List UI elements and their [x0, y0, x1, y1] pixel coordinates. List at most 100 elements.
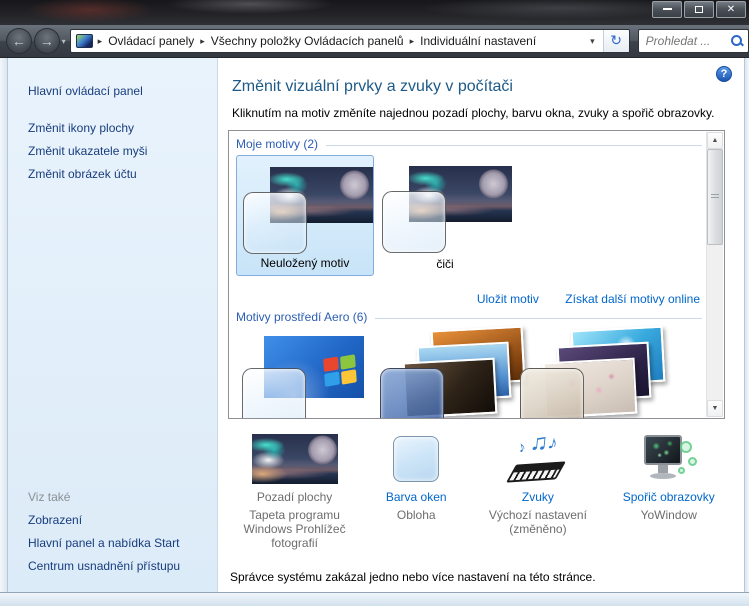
window-color-glass-thumbnail	[380, 368, 444, 419]
help-icon: ?	[721, 68, 728, 80]
save-theme-link[interactable]: Uložit motiv	[477, 292, 539, 306]
minimize-button[interactable]	[652, 1, 682, 18]
maximize-button[interactable]	[684, 1, 714, 18]
sidebar-item-control-panel-home[interactable]: Hlavní ovládací panel	[28, 80, 217, 103]
help-button[interactable]: ?	[716, 66, 732, 82]
recent-pages-dropdown[interactable]: ▾	[62, 37, 66, 46]
get-more-themes-link[interactable]: Získat další motivy online	[565, 292, 700, 306]
page-title: Změnit vizuální prvky a zvuky v počítači	[232, 78, 744, 96]
themes-list-inner: Moje motivy (2) Neuložený motiv čiči	[229, 131, 706, 418]
search-icon[interactable]	[730, 34, 744, 48]
aero-theme-windows7[interactable]	[236, 328, 374, 419]
screensaver-value: YoWindow	[641, 508, 697, 522]
scroll-up-icon: ▲	[712, 137, 719, 144]
sidebar-item-change-desktop-icons[interactable]: Změnit ikony plochy	[28, 117, 217, 140]
theme-links-row: Uložit motiv Získat další motivy online	[236, 290, 706, 308]
window-border-left	[0, 58, 8, 592]
search-box[interactable]	[638, 29, 749, 53]
sidebar-item-ease-of-access[interactable]: Centrum usnadnění přístupu	[28, 555, 217, 578]
my-themes-header: Moje motivy (2)	[236, 137, 318, 151]
sidebar-item-change-account-picture[interactable]: Změnit obrázek účtu	[28, 163, 217, 186]
desktop-background-thumbnail[interactable]	[252, 434, 338, 484]
group-rule	[375, 318, 702, 319]
music-note-icon: ♪	[516, 438, 527, 456]
sounds-link[interactable]: Zvuky	[522, 490, 554, 504]
window-color-glass-thumbnail	[243, 192, 307, 254]
sounds-icon[interactable]: ♪ ♫ ♪	[510, 433, 566, 485]
window-color-link[interactable]: Barva oken	[386, 490, 447, 504]
desktop-background-label: Pozadí plochy	[257, 490, 332, 504]
scrollbar-thumb[interactable]	[707, 149, 723, 245]
personalization-window: ✕ ← → ▾ ▸ Ovládací panely ▸ Všechny polo…	[0, 0, 749, 606]
theme-name: Neuložený motiv	[237, 256, 373, 270]
page-subtitle: Kliknutím na motiv změníte najednou poza…	[232, 106, 744, 120]
window-color-icon[interactable]	[393, 436, 439, 482]
window-color-glass-thumbnail	[242, 368, 306, 419]
quick-screensaver: Spořič obrazovky YoWindow	[604, 430, 733, 550]
themes-scrollbar[interactable]: ▲ ▼	[706, 132, 723, 417]
title-bar[interactable]: ✕	[0, 0, 749, 25]
quick-sounds: ♪ ♫ ♪ Zvuky Výchozí nastavení (změněno)	[471, 430, 604, 550]
window-color-glass-thumbnail	[382, 191, 446, 253]
monitor-stand	[658, 465, 668, 473]
forward-icon: →	[40, 33, 54, 49]
address-bar[interactable]: ▸ Ovládací panely ▸ Všechny položky Ovlá…	[70, 29, 630, 53]
scroll-down-button[interactable]: ▼	[707, 400, 723, 417]
close-icon: ✕	[727, 4, 735, 15]
window-border-right	[744, 58, 749, 592]
aero-theme-architecture[interactable]	[374, 328, 512, 419]
personalization-icon	[76, 34, 93, 48]
scroll-up-button[interactable]: ▲	[707, 132, 723, 149]
window-body: Hlavní ovládací panel Změnit ikony ploch…	[8, 58, 744, 592]
scroll-down-icon: ▼	[712, 405, 719, 412]
see-also-header: Viz také	[28, 486, 217, 509]
navigation-bar: ← → ▾ ▸ Ovládací panely ▸ Všechny položk…	[0, 25, 749, 58]
theme-name: čiči	[376, 257, 514, 271]
bubble-icon	[688, 457, 697, 466]
wallpaper-preview	[252, 434, 338, 484]
quick-settings-row: Pozadí plochy Tapeta programu Windows Pr…	[228, 430, 733, 550]
admin-status-message: Správce systému zakázal jedno nebo více …	[230, 570, 596, 584]
themes-list: Moje motivy (2) Neuložený motiv čiči	[228, 130, 725, 419]
monitor-base	[650, 473, 676, 479]
screensaver-link[interactable]: Spořič obrazovky	[623, 490, 715, 504]
window-border-bottom	[0, 592, 749, 606]
back-icon: ←	[12, 33, 26, 49]
screensaver-icon[interactable]	[638, 433, 700, 485]
chevron-down-icon: ▾	[590, 36, 595, 46]
aero-theme-nature[interactable]	[514, 328, 652, 419]
sidebar-gap	[28, 103, 217, 117]
scrollbar-grip-icon	[711, 194, 719, 200]
sidebar: Hlavní ovládací panel Změnit ikony ploch…	[8, 58, 218, 592]
breadcrumb-all-items[interactable]: Všechny položky Ovládacích panelů	[206, 34, 409, 48]
breadcrumb-personalization[interactable]: Individuální nastavení	[415, 34, 541, 48]
chevron-down-icon: ▾	[62, 37, 66, 46]
desktop-background-value: Tapeta programu Windows Prohlížeč fotogr…	[235, 508, 355, 550]
window-color-value: Obloha	[397, 508, 436, 522]
windows-logo-icon	[323, 355, 359, 387]
theme-tile-unsaved[interactable]: Neuložený motiv	[236, 155, 374, 276]
refresh-icon: ↻	[610, 32, 622, 48]
my-themes-row: Neuložený motiv čiči	[236, 155, 706, 278]
aero-themes-group: Motivy prostředí Aero (6)	[236, 310, 706, 324]
close-button[interactable]: ✕	[716, 1, 746, 18]
window-color-glass-thumbnail	[520, 368, 584, 419]
back-button[interactable]: ←	[6, 28, 32, 54]
sidebar-spacer	[28, 186, 217, 486]
sidebar-item-change-mouse-pointers[interactable]: Změnit ukazatele myši	[28, 140, 217, 163]
search-input[interactable]	[646, 34, 730, 48]
sidebar-item-display[interactable]: Zobrazení	[28, 509, 217, 532]
theme-tile-cici[interactable]: čiči	[376, 155, 514, 276]
forward-button[interactable]: →	[34, 28, 60, 54]
address-dropdown-button[interactable]: ▾	[582, 36, 603, 47]
sidebar-item-taskbar-start-menu[interactable]: Hlavní panel a nabídka Start	[28, 532, 217, 555]
refresh-button[interactable]: ↻	[603, 29, 629, 53]
quick-window-color: Barva oken Obloha	[361, 430, 471, 550]
minimize-icon	[663, 8, 672, 10]
bubble-icon	[680, 441, 692, 453]
quick-desktop-background: Pozadí plochy Tapeta programu Windows Pr…	[228, 430, 361, 550]
breadcrumb-control-panel[interactable]: Ovládací panely	[103, 34, 199, 48]
aero-themes-header: Motivy prostředí Aero (6)	[236, 310, 367, 324]
main-content: ? Změnit vizuální prvky a zvuky v počíta…	[218, 58, 744, 592]
keyboard-icon	[506, 461, 566, 482]
